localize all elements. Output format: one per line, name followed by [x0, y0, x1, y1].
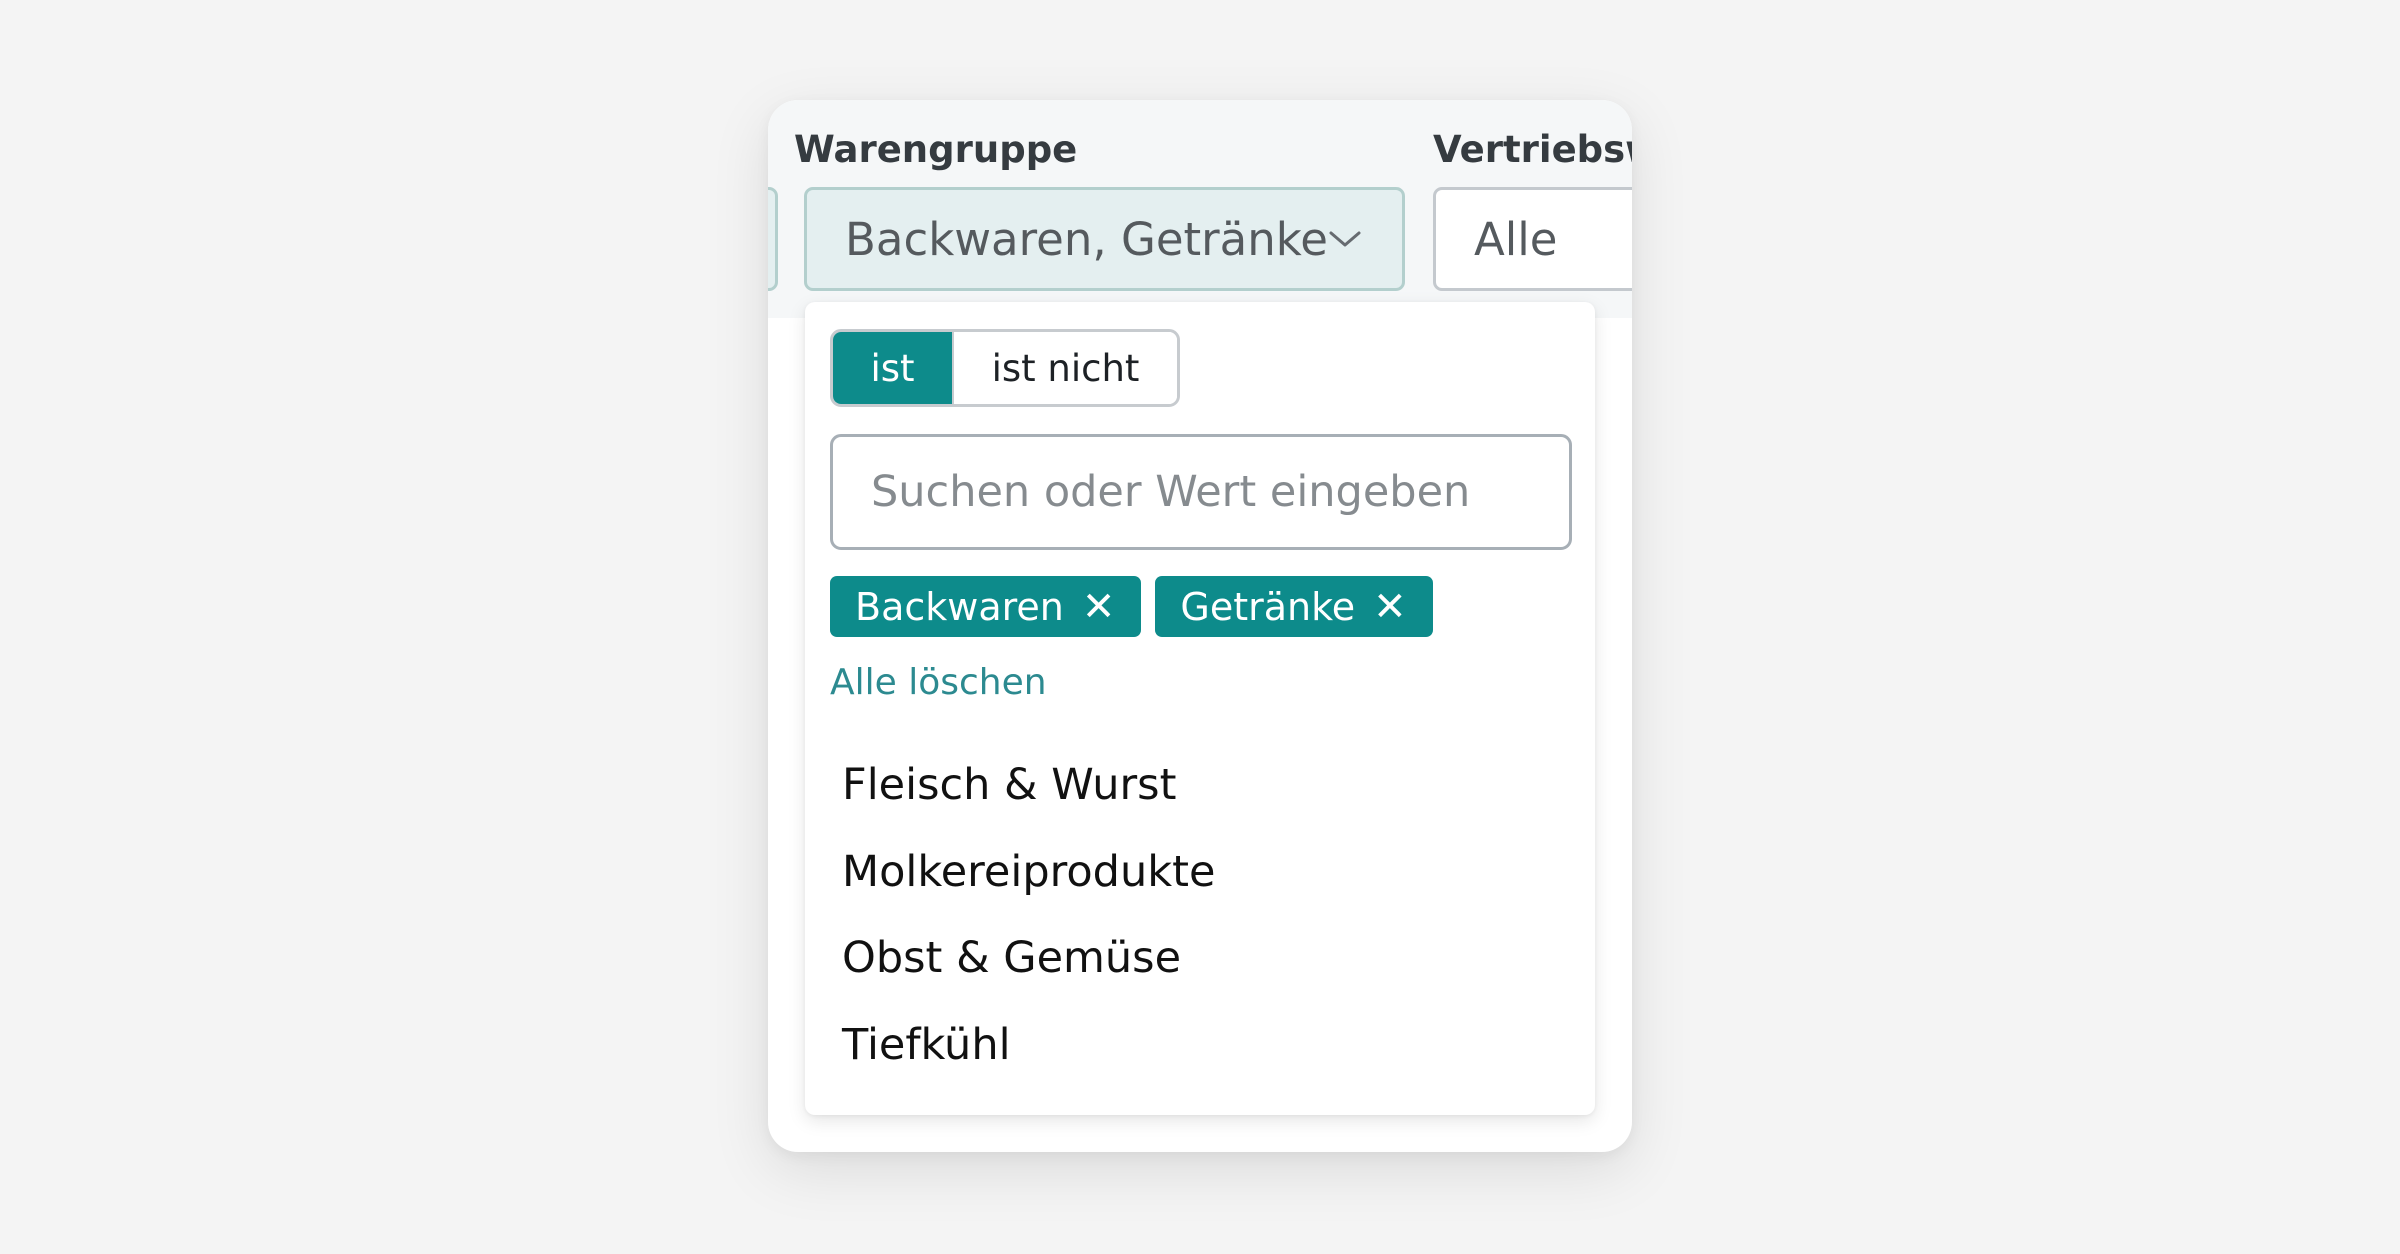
chevron-down-icon: [1329, 231, 1361, 247]
clear-all-link[interactable]: Alle löschen: [830, 662, 1047, 703]
selected-values: Backwaren ✕ Getränke ✕: [830, 576, 1433, 637]
previous-filter-select[interactable]: [768, 187, 778, 291]
option-list: Fleisch & Wurst Molkereiprodukte Obst & …: [805, 742, 1595, 1088]
mode-toggle: ist ist nicht: [830, 329, 1180, 407]
vertriebsweg-label: Vertriebsw: [1433, 128, 1632, 171]
filter-card: Warengruppe Backwaren, Getränke Vertrieb…: [768, 100, 1632, 1152]
warengruppe-select[interactable]: Backwaren, Getränke: [804, 187, 1405, 291]
mode-is-not-button[interactable]: ist nicht: [952, 332, 1177, 404]
option-item[interactable]: Tiefkühl: [805, 1002, 1595, 1089]
warengruppe-select-value: Backwaren, Getränke: [845, 212, 1328, 266]
filter-bar: Warengruppe Backwaren, Getränke Vertrieb…: [768, 100, 1632, 318]
value-search-input[interactable]: [830, 434, 1572, 550]
warengruppe-dropdown-panel: ist ist nicht Backwaren ✕ Getränke ✕ All…: [805, 302, 1595, 1115]
option-item[interactable]: Fleisch & Wurst: [805, 742, 1595, 829]
mode-is-button[interactable]: ist: [833, 332, 952, 404]
chip-label: Getränke: [1180, 584, 1356, 629]
warengruppe-label: Warengruppe: [794, 128, 1078, 171]
option-item[interactable]: Molkereiprodukte: [805, 829, 1595, 916]
vertriebsweg-select[interactable]: Alle: [1433, 187, 1632, 291]
option-item[interactable]: Obst & Gemüse: [805, 915, 1595, 1002]
chip-label: Backwaren: [855, 584, 1064, 629]
close-icon[interactable]: ✕: [1373, 587, 1407, 627]
close-icon[interactable]: ✕: [1082, 587, 1116, 627]
vertriebsweg-select-value: Alle: [1474, 212, 1558, 266]
selected-chip: Getränke ✕: [1155, 576, 1433, 637]
selected-chip: Backwaren ✕: [830, 576, 1142, 637]
